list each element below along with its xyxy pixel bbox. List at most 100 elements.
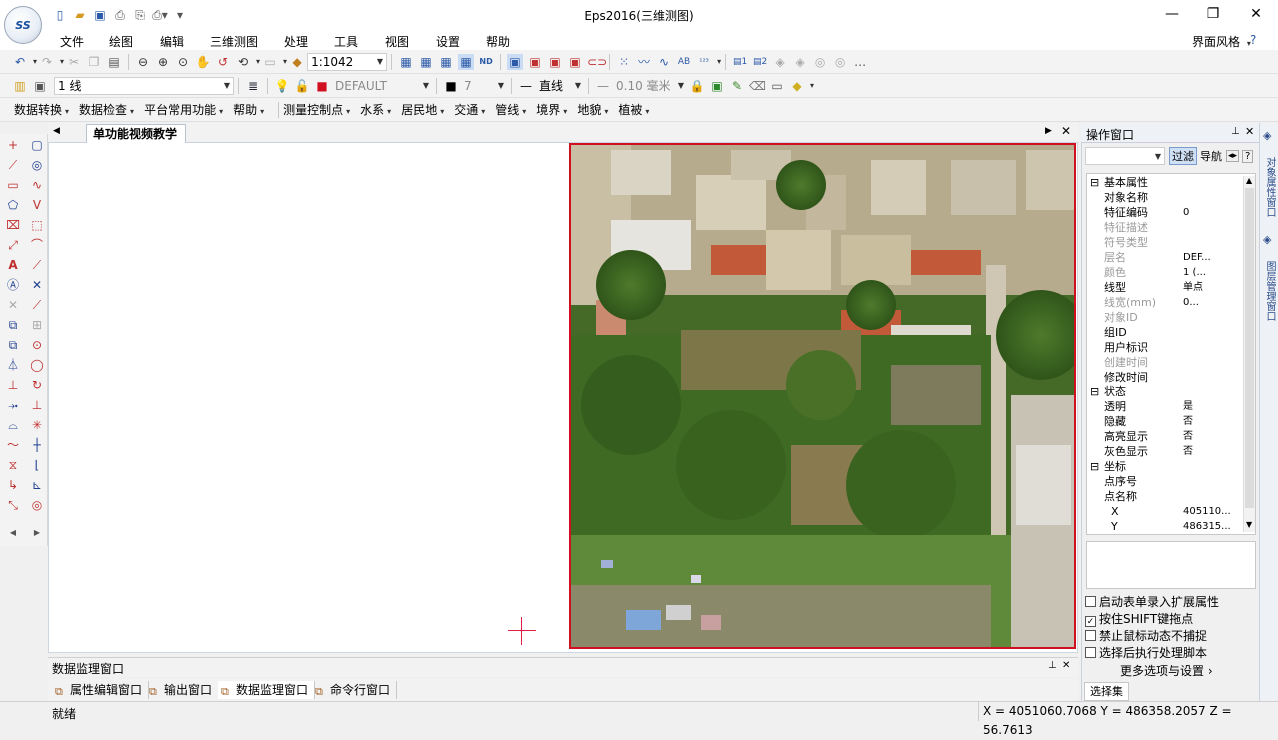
- property-row[interactable]: 点序号: [1087, 474, 1241, 489]
- copy-properties-icon[interactable]: ▣: [709, 78, 725, 94]
- close-button[interactable]: ✕: [1241, 5, 1271, 23]
- property-row[interactable]: 对象名称: [1087, 190, 1241, 205]
- hook-tool-icon[interactable]: ↳: [4, 476, 22, 494]
- layer-filter-icon[interactable]: ▭: [262, 54, 278, 70]
- checkbox-checked-icon[interactable]: ✓: [1085, 616, 1096, 627]
- layer-manager-icon[interactable]: ▥: [12, 78, 28, 94]
- property-row[interactable]: 线型 单点: [1087, 280, 1241, 295]
- line-width-combo[interactable]: 0.10 毫米 ▼: [613, 77, 687, 95]
- menu-view[interactable]: 视图: [385, 33, 409, 50]
- arc-tool-icon[interactable]: ⌒: [28, 236, 46, 254]
- extend-tool-icon[interactable]: ⟋: [28, 256, 46, 274]
- property-row[interactable]: 层名 DEF...: [1087, 250, 1241, 265]
- split-tool-icon[interactable]: ⊥: [4, 376, 22, 394]
- select-tool-icon[interactable]: ▢: [28, 136, 46, 154]
- line-tool-icon[interactable]: ⟋: [4, 156, 22, 174]
- ellipse-tool-icon[interactable]: ◯: [28, 356, 46, 374]
- intersect-tool-icon[interactable]: ⌧: [4, 216, 22, 234]
- layer-window-icon[interactable]: ◈: [1263, 233, 1271, 246]
- property-row[interactable]: 用户标识: [1087, 340, 1241, 355]
- snap-mode-3-icon[interactable]: ▣: [547, 54, 563, 70]
- rectangle-tool-icon[interactable]: ▭: [4, 176, 22, 194]
- property-row[interactable]: 对象ID: [1087, 310, 1241, 325]
- point-tool-icon[interactable]: +: [4, 136, 22, 154]
- bulb-icon[interactable]: 💡: [274, 78, 290, 94]
- wave-tool-icon[interactable]: 〜: [4, 436, 22, 454]
- property-row[interactable]: 组ID: [1087, 325, 1241, 340]
- help-question-icon[interactable]: ?: [1242, 149, 1254, 163]
- property-row[interactable]: 透明 是: [1087, 399, 1241, 414]
- checkbox-empty-icon[interactable]: [1085, 630, 1096, 641]
- category-coord[interactable]: ⊟ 坐标: [1087, 459, 1241, 474]
- no-draw-icon[interactable]: ND: [478, 54, 494, 70]
- tool-disabled-1-icon[interactable]: ◈: [772, 54, 788, 70]
- checkbox-empty-icon[interactable]: [1085, 647, 1096, 658]
- chamfer-tool-icon[interactable]: ⤞: [4, 396, 22, 414]
- property-row[interactable]: 特征编码 0: [1087, 205, 1241, 220]
- property-row[interactable]: 创建时间: [1087, 355, 1241, 370]
- scale-icon[interactable]: ◆: [289, 54, 305, 70]
- menu-file[interactable]: 文件: [60, 33, 84, 50]
- snap-mode-4-icon[interactable]: ▣: [567, 54, 583, 70]
- scale-combo[interactable]: 1:1042 ▼: [307, 52, 388, 71]
- more-tools-icon[interactable]: …: [852, 54, 868, 70]
- property-row[interactable]: X 405110...: [1087, 504, 1241, 519]
- scroll-thumb[interactable]: [1245, 188, 1254, 508]
- properties-window-icon[interactable]: ◈: [1263, 129, 1271, 142]
- property-row[interactable]: 隐藏 否: [1087, 414, 1241, 429]
- func-menu-data-convert[interactable]: 数据转换 ▾: [14, 101, 69, 118]
- property-value[interactable]: DEF...: [1183, 250, 1211, 265]
- func-menu-vegetation[interactable]: 植被 ▾: [618, 101, 649, 118]
- property-value[interactable]: 是: [1183, 399, 1193, 414]
- dashed-rect-icon[interactable]: ⬚: [28, 216, 46, 234]
- grid-view-1-icon[interactable]: ▦: [398, 54, 414, 70]
- delete-tool-icon[interactable]: ✕: [4, 296, 22, 314]
- rotate-tool-icon[interactable]: ↻: [28, 376, 46, 394]
- polygon-tool-icon[interactable]: ⬠: [4, 196, 22, 214]
- menu-draw[interactable]: 绘图: [109, 33, 133, 50]
- tab-command-line[interactable]: ⧉ 命令行窗口: [312, 681, 398, 699]
- grid-view-3-icon[interactable]: ▦: [438, 54, 454, 70]
- func-menu-traffic[interactable]: 交通 ▾: [454, 101, 485, 118]
- property-value[interactable]: 否: [1183, 429, 1193, 444]
- target-tool-icon[interactable]: ◎: [28, 496, 46, 514]
- property-row[interactable]: Y 486315...: [1087, 519, 1241, 534]
- property-value[interactable]: 486315...: [1183, 519, 1231, 534]
- monitor-icon[interactable]: ▭: [769, 78, 785, 94]
- annotation-text-icon[interactable]: A: [4, 256, 22, 274]
- corner-tool-icon[interactable]: ⌊: [28, 456, 46, 474]
- selection-set-tab[interactable]: 选择集: [1084, 682, 1129, 701]
- scroll-down-icon[interactable]: ▼: [1246, 520, 1252, 529]
- nav-button[interactable]: 导航: [1200, 148, 1222, 164]
- category-state[interactable]: ⊟ 状态: [1087, 384, 1241, 399]
- text-edit-icon[interactable]: Ⓐ: [4, 276, 22, 294]
- numbering-icon[interactable]: ¹²³: [696, 54, 712, 70]
- refresh-view-icon[interactable]: ⟲: [235, 54, 251, 70]
- func-menu-control-point[interactable]: 测量控制点 ▾: [283, 101, 350, 118]
- func-menu-data-check[interactable]: 数据检查 ▾: [79, 101, 134, 118]
- layer-state-icon[interactable]: ▣: [32, 78, 48, 94]
- menu-settings[interactable]: 设置: [436, 33, 460, 50]
- layer-stack-icon[interactable]: ≣: [245, 78, 261, 94]
- tab-scroll-left-icon[interactable]: ◀: [53, 126, 60, 136]
- scroll-left-icon[interactable]: ◀: [4, 524, 22, 542]
- close-operation-window-icon[interactable]: ✕: [1245, 125, 1254, 138]
- tab-scroll-right-icon[interactable]: ▶: [1045, 126, 1052, 136]
- func-menu-common[interactable]: 平台常用功能 ▾: [144, 101, 223, 118]
- close-document-icon[interactable]: ✕: [1061, 124, 1071, 138]
- break-tool-icon[interactable]: ✕: [28, 276, 46, 294]
- aerial-image[interactable]: [569, 143, 1076, 649]
- property-row[interactable]: 灰色显示 否: [1087, 444, 1241, 459]
- object-type-combo[interactable]: ▼: [1085, 147, 1165, 165]
- tool-disabled-4-icon[interactable]: ◎: [832, 54, 848, 70]
- snap-mode-5-icon[interactable]: ⊂⊃: [587, 54, 607, 70]
- color-combo[interactable]: 7 ▼: [461, 77, 507, 95]
- property-value[interactable]: 否: [1183, 444, 1193, 459]
- func-menu-residential[interactable]: 居民地 ▾: [401, 101, 444, 118]
- point-snap-icon[interactable]: ⁙: [616, 54, 632, 70]
- property-row[interactable]: 高亮显示 否: [1087, 429, 1241, 444]
- tab-output[interactable]: ⧉ 输出窗口: [146, 681, 220, 699]
- func-menu-water[interactable]: 水系 ▾: [360, 101, 391, 118]
- property-row[interactable]: 点名称: [1087, 489, 1241, 504]
- pan-hand-icon[interactable]: ✋: [195, 54, 211, 70]
